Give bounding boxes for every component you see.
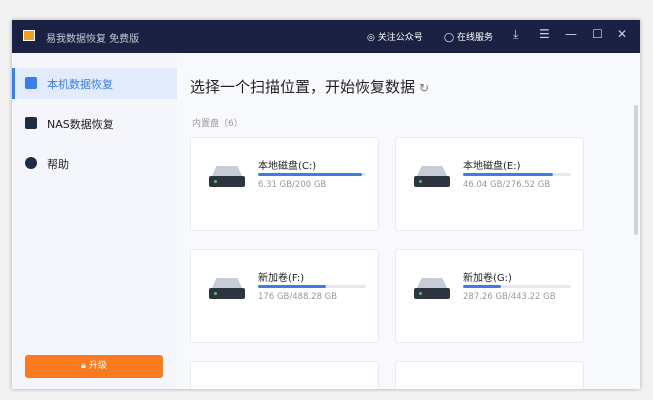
drive-name: 本地磁盘(E:) [463,161,521,172]
sidebar-item-label: 帮助 [47,158,69,171]
hard-drive-icon [414,278,450,300]
hard-drive-icon [209,278,245,300]
sidebar-item-label: 本机数据恢复 [47,78,113,91]
refresh-icon[interactable]: ↻ [419,81,429,95]
help-icon [25,157,37,169]
drive-usage-bar [258,285,366,288]
app-logo-icon [23,30,35,41]
drive-name: 新加卷(G:) [463,273,512,284]
local-recovery-icon [25,77,37,89]
drive-card[interactable]: 本地磁盘(E:) 46.04 GB/276.52 GB [395,137,584,231]
drive-size: 176 GB/488.28 GB [258,292,338,302]
drive-size: 46.04 GB/276.52 GB [463,180,551,190]
drive-usage-bar [258,173,366,176]
close-icon[interactable]: ✕ [617,27,627,41]
sidebar-item-help[interactable]: 帮助 [12,148,177,179]
service-icon: ◯ [444,33,457,43]
service-label: 在线服务 [456,33,493,43]
drive-name: 新加卷(F:) [258,273,305,284]
drive-usage-bar [463,173,571,176]
download-icon[interactable]: ⤓ [513,27,518,42]
menu-icon[interactable]: ☰ [539,27,550,41]
drive-card[interactable] [190,361,379,389]
scrollbar[interactable] [634,105,638,235]
app-window: 易我数据恢复 免费版 ◎ 关注公众号 ◯ 在线服务 ⤓ ☰ — ☐ ✕ 本机数据… [12,20,640,389]
title-bar: 易我数据恢复 免费版 ◎ 关注公众号 ◯ 在线服务 ⤓ ☰ — ☐ ✕ [12,20,640,53]
nas-recovery-icon [25,117,37,129]
section-label: 内置盘（6） [192,119,243,129]
wechat-icon: ◎ [367,33,378,43]
drive-card[interactable]: 新加卷(G:) 287.26 GB/443.22 GB [395,249,584,343]
drive-size: 287.26 GB/443.22 GB [463,292,556,302]
maximize-icon[interactable]: ☐ [592,27,603,41]
hard-drive-icon [209,166,245,188]
online-service-button[interactable]: ◯ 在线服务 [444,30,493,43]
drive-size: 6.31 GB/200 GB [258,180,327,190]
hard-drive-icon [414,166,450,188]
page-title: 选择一个扫描位置，开始恢复数据 ↻ [190,76,429,97]
main-panel: 选择一个扫描位置，开始恢复数据 ↻ 内置盘（6） 本地磁盘(C:) 6.31 GB… [177,53,640,389]
lock-icon: 🔒︎ [81,361,89,371]
upgrade-button[interactable]: 🔒︎ 升级 [25,355,163,378]
drive-usage-bar [463,285,571,288]
upgrade-label: 升级 [88,361,107,371]
sidebar-item-nas-recovery[interactable]: NAS数据恢复 [12,108,177,139]
follow-wechat-button[interactable]: ◎ 关注公众号 [367,30,423,43]
minimize-icon[interactable]: — [565,27,577,41]
app-title: 易我数据恢复 免费版 [46,34,140,45]
page-title-text: 选择一个扫描位置，开始恢复数据 [190,78,416,96]
follow-label: 关注公众号 [377,33,423,43]
sidebar-item-label: NAS数据恢复 [47,118,114,131]
drive-card[interactable]: 本地磁盘(C:) 6.31 GB/200 GB [190,137,379,231]
drive-name: 本地磁盘(C:) [258,161,317,172]
sidebar: 本机数据恢复 NAS数据恢复 帮助 🔒︎ 升级 [12,53,177,389]
drive-card[interactable] [395,361,584,389]
drive-card[interactable]: 新加卷(F:) 176 GB/488.28 GB [190,249,379,343]
sidebar-item-local-recovery[interactable]: 本机数据恢复 [12,68,177,99]
